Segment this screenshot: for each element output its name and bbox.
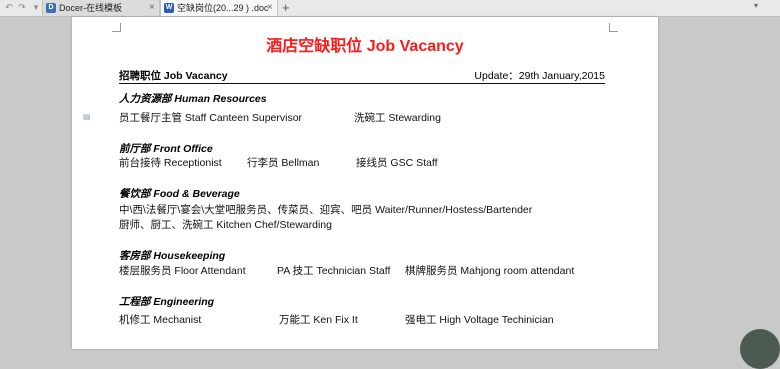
document-title: 酒店空缺职位 Job Vacancy: [266, 38, 464, 55]
dropdown-icon[interactable]: ▾: [31, 2, 41, 13]
close-icon[interactable]: ×: [149, 1, 155, 14]
document-workspace: ▤ 酒店空缺职位 Job Vacancy 招聘职位 Job Vacancy Up…: [0, 17, 780, 369]
header-left: 招聘职位 Job Vacancy: [119, 70, 228, 82]
new-tab-button[interactable]: +: [282, 0, 290, 15]
docer-icon: D: [46, 3, 56, 13]
margin-corner-icon: [609, 23, 618, 32]
tab-label: 空缺岗位(20...29 ) .doc: [177, 3, 269, 13]
job-entry: 接线员 GSC Staff: [356, 157, 438, 169]
job-entry: 员工餐厅主管 Staff Canteen Supervisor: [119, 112, 303, 124]
job-entry: 行李员 Bellman: [247, 157, 320, 169]
paragraph-handle-icon[interactable]: ▤: [83, 112, 92, 121]
job-entry: 洗碗工 Stewarding: [354, 112, 441, 124]
document-page[interactable]: ▤ 酒店空缺职位 Job Vacancy 招聘职位 Job Vacancy Up…: [72, 17, 658, 349]
job-entry: 棋牌服务员 Mahjong room attendant: [405, 265, 575, 277]
job-entry: 前台接待 Receptionist: [119, 157, 222, 169]
document-header-row: 招聘职位 Job Vacancy Update：29th January,201…: [119, 70, 605, 84]
tab-document[interactable]: W 空缺岗位(20...29 ) .doc ×: [160, 0, 278, 16]
update-date: Update：29th January,2015: [474, 70, 605, 82]
floating-action-button[interactable]: [740, 329, 780, 369]
word-doc-icon: W: [164, 3, 174, 13]
department-heading: 工程部 Engineering: [119, 296, 215, 308]
redo-arrow-icon[interactable]: ↷: [17, 2, 27, 13]
job-entry: 强电工 High Voltage Techinician: [405, 314, 554, 326]
tab-docer[interactable]: D Docer-在线模板 ×: [42, 0, 160, 16]
department-heading: 客房部 Housekeeping: [119, 250, 226, 262]
department-heading: 人力资源部 Human Resources: [119, 93, 267, 105]
tab-bar: ↶ ↷ ▾ D Docer-在线模板 × W 空缺岗位(20...29 ) .d…: [0, 0, 780, 17]
job-entry: 机修工 Mechanist: [119, 314, 202, 326]
margin-corner-icon: [112, 23, 121, 32]
department-heading: 餐饮部 Food & Beverage: [119, 188, 240, 200]
close-icon[interactable]: ×: [267, 1, 273, 14]
department-heading: 前厅部 Front Office: [119, 143, 213, 155]
job-entry: PA 技工 Technician Staff: [277, 265, 391, 277]
tab-label: Docer-在线模板: [59, 3, 123, 13]
job-entry: 中\西\法餐厅\宴会\大堂吧服务员、传菜员、迎宾、吧员 Waiter/Runne…: [119, 204, 533, 216]
job-entry: 楼层服务员 Floor Attendant: [119, 265, 246, 277]
undo-arrow-icon[interactable]: ↶: [4, 2, 14, 13]
job-entry: 万能工 Ken Fix It: [279, 314, 358, 326]
chevron-down-icon[interactable]: ▾: [754, 1, 758, 10]
job-entry: 厨师、厨工、洗碗工 Kitchen Chef/Stewarding: [119, 219, 332, 231]
